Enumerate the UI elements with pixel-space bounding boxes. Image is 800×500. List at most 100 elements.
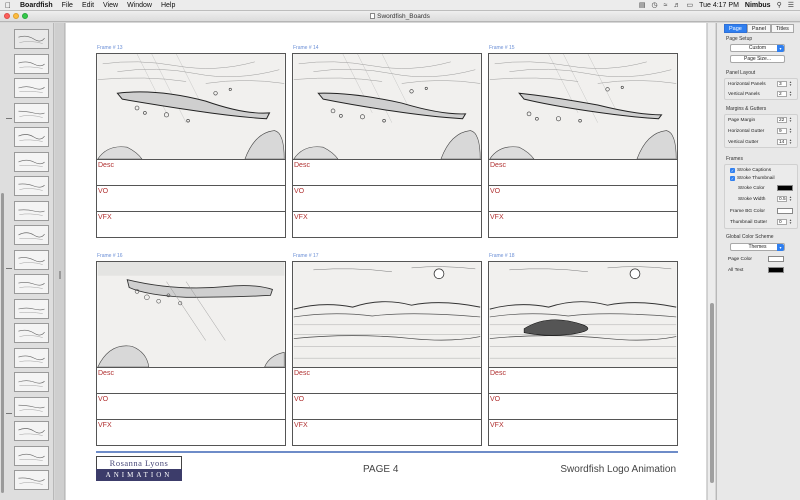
- storyboard-frame[interactable]: Frame # 14 Desc VO VFX: [292, 45, 482, 238]
- page-thumbnail[interactable]: [14, 372, 49, 392]
- page-size-button[interactable]: Page Size...: [730, 55, 785, 63]
- tab-titles[interactable]: Titles: [770, 24, 794, 33]
- storyboard-frame[interactable]: Frame # 18 Desc VO VFX: [488, 253, 678, 446]
- frame-desc-caption[interactable]: Desc: [96, 368, 286, 394]
- volume-icon[interactable]: ♬: [673, 2, 680, 9]
- menu-view[interactable]: View: [103, 2, 118, 9]
- horizontal-panels-stepper[interactable]: ▴ ▾: [789, 80, 792, 87]
- frame-vfx-caption[interactable]: VFX: [488, 212, 678, 238]
- search-icon[interactable]: ⚲: [777, 1, 782, 9]
- page-thumbnail[interactable]: [14, 176, 49, 196]
- frame-vfx-caption[interactable]: VFX: [292, 212, 482, 238]
- frame-vo-caption[interactable]: VO: [96, 394, 286, 420]
- storyboard-frame[interactable]: Frame # 16 Desc VO VFX: [96, 253, 286, 446]
- menu-app-name[interactable]: Boardfish: [20, 2, 53, 9]
- vertical-panels-stepper[interactable]: ▴ ▾: [789, 90, 792, 97]
- menu-edit[interactable]: Edit: [82, 2, 94, 9]
- storyboard-frame[interactable]: Frame # 13 Desc VO VFX: [96, 45, 286, 238]
- page-thumbnail[interactable]: [14, 127, 49, 147]
- frame-vfx-caption[interactable]: VFX: [96, 420, 286, 446]
- menu-help[interactable]: Help: [161, 2, 175, 9]
- frame-desc-caption[interactable]: Desc: [488, 368, 678, 394]
- stroke-thumbnail-checkbox[interactable]: ✓: [730, 176, 735, 181]
- stroke-color-well[interactable]: [777, 185, 793, 191]
- frame-vo-caption[interactable]: VO: [488, 186, 678, 212]
- frame-thumbnail[interactable]: [96, 53, 286, 160]
- close-window-button[interactable]: [4, 13, 10, 19]
- stroke-captions-checkbox[interactable]: ✓: [730, 168, 735, 173]
- frame-vo-caption[interactable]: VO: [488, 394, 678, 420]
- frame-vfx-caption[interactable]: VFX: [96, 212, 286, 238]
- display-icon[interactable]: ▤: [639, 1, 646, 9]
- storyboard-frame[interactable]: Frame # 15 Desc VO VFX: [488, 45, 678, 238]
- frame-vo-caption[interactable]: VO: [96, 186, 286, 212]
- page-thumbnail[interactable]: [14, 29, 49, 49]
- frame-thumbnail[interactable]: [488, 53, 678, 160]
- time-machine-icon[interactable]: ◷: [652, 1, 658, 9]
- horizontal-panels-field[interactable]: 3: [777, 81, 787, 87]
- vertical-panels-field[interactable]: 2: [777, 91, 787, 97]
- zoom-window-button[interactable]: [22, 13, 28, 19]
- tab-panel[interactable]: Panel: [746, 24, 771, 33]
- horizontal-gutter-field[interactable]: 9: [777, 128, 787, 134]
- notifications-icon[interactable]: ☰: [788, 1, 794, 9]
- page-scrollbar[interactable]: [707, 23, 715, 500]
- page-color-well[interactable]: [768, 256, 784, 262]
- page-preset-select[interactable]: Custom ▾: [730, 44, 785, 52]
- page-thumbnail[interactable]: [14, 274, 49, 294]
- themes-select[interactable]: Themes ▾: [730, 243, 785, 251]
- page-thumbnail[interactable]: [14, 445, 49, 466]
- divider-grip-icon[interactable]: [59, 271, 61, 279]
- battery-icon[interactable]: ▭: [686, 1, 693, 9]
- page-thumbnail[interactable]: [14, 200, 49, 221]
- page-thumbnail[interactable]: [14, 225, 49, 245]
- page-thumbnail[interactable]: [14, 323, 49, 343]
- page-thumbnail[interactable]: [14, 421, 49, 441]
- horizontal-gutter-stepper[interactable]: ▴ ▾: [789, 127, 792, 134]
- frame-desc-caption[interactable]: Desc: [292, 160, 482, 186]
- storyboard-frame[interactable]: Frame # 17 Desc VO VFX: [292, 253, 482, 446]
- minimize-window-button[interactable]: [13, 13, 19, 19]
- stroke-width-field[interactable]: 0.5: [777, 196, 787, 202]
- wifi-icon[interactable]: ≈: [664, 2, 668, 9]
- menu-file[interactable]: File: [62, 2, 73, 9]
- vertical-gutter-stepper[interactable]: ▴ ▾: [789, 138, 792, 145]
- page-scroll-knob[interactable]: [710, 303, 714, 483]
- page-thumbnail[interactable]: [14, 53, 49, 74]
- thumbnail-gutter-stepper[interactable]: ▴ ▾: [789, 218, 792, 225]
- thumbnail-scrollbar[interactable]: [0, 23, 5, 500]
- frame-bg-color-well[interactable]: [777, 208, 793, 214]
- frame-thumbnail[interactable]: [96, 261, 286, 368]
- page-thumbnail[interactable]: [14, 470, 49, 490]
- page-thumbnail[interactable]: [14, 78, 49, 98]
- frame-desc-caption[interactable]: Desc: [96, 160, 286, 186]
- frame-thumbnail[interactable]: [488, 261, 678, 368]
- split-view-divider[interactable]: [55, 23, 65, 500]
- stroke-width-stepper[interactable]: ▴ ▾: [789, 195, 792, 202]
- page-margin-field[interactable]: 22: [777, 117, 787, 123]
- thumbnail-gutter-field[interactable]: 0: [777, 219, 787, 225]
- frame-vo-caption[interactable]: VO: [292, 186, 482, 212]
- vertical-gutter-field[interactable]: 14: [777, 139, 787, 145]
- frame-vfx-caption[interactable]: VFX: [488, 420, 678, 446]
- frame-desc-caption[interactable]: Desc: [488, 160, 678, 186]
- thumbnail-scroll-knob[interactable]: [1, 193, 4, 493]
- page-thumbnail[interactable]: [14, 151, 49, 172]
- frame-thumbnail[interactable]: [292, 261, 482, 368]
- frame-vfx-caption[interactable]: VFX: [292, 420, 482, 446]
- frame-desc-caption[interactable]: Desc: [292, 368, 482, 394]
- page-thumbnail[interactable]: [14, 102, 49, 123]
- tab-page[interactable]: Page: [724, 24, 747, 33]
- page-margin-stepper[interactable]: ▴ ▾: [789, 116, 792, 123]
- user-name[interactable]: Nimbus: [745, 2, 771, 9]
- all-text-color-well[interactable]: [768, 267, 784, 273]
- page-thumbnail[interactable]: [14, 396, 49, 417]
- page-thumbnail[interactable]: [14, 249, 49, 270]
- page-thumbnail[interactable]: [14, 298, 49, 319]
- menu-window[interactable]: Window: [127, 2, 152, 9]
- frame-vo-caption[interactable]: VO: [292, 394, 482, 420]
- apple-menu-icon[interactable]: : [5, 1, 11, 10]
- clock[interactable]: Tue 4:17 PM: [699, 2, 739, 9]
- page-thumbnail[interactable]: [14, 347, 49, 368]
- frame-thumbnail[interactable]: [292, 53, 482, 160]
